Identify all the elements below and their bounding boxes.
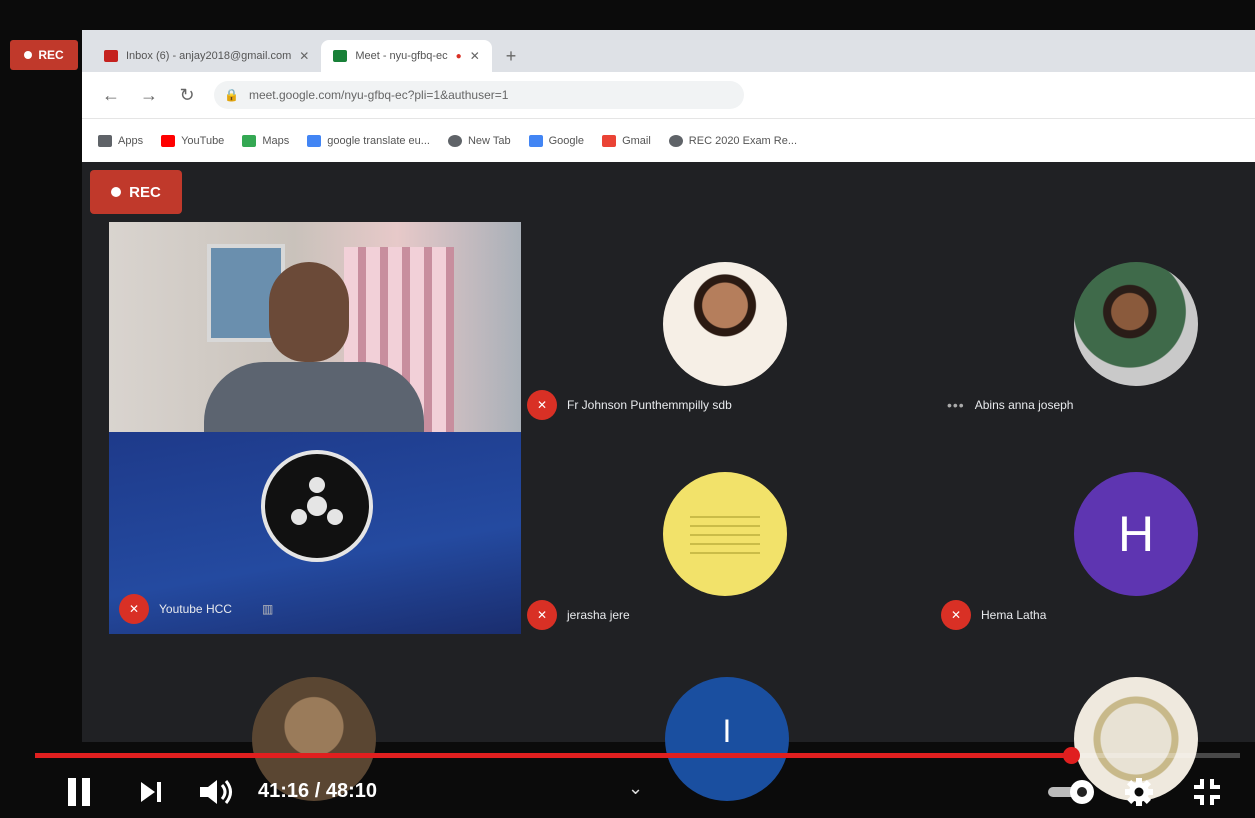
settings-gear-icon[interactable] [1124,777,1154,812]
bookmark-label: Google [548,135,585,147]
pause-icon[interactable] [64,778,94,806]
globe-icon [447,135,462,147]
participant-name-row: ✕ Hema Latha [941,600,1046,630]
browser-toolbar: ← → ↻ 🔒 meet.google.com/nyu-gfbq-ec?pli=… [82,72,1255,118]
mic-off-icon: ✕ [119,594,149,624]
exit-fullscreen-icon[interactable] [1192,777,1222,812]
new-tab-button[interactable]: + [492,40,531,72]
close-tab-icon[interactable]: ✕ [299,49,309,63]
bookmark-gmail[interactable]: Gmail [602,135,651,147]
participant-name-row: ••• Abins anna joseph [947,397,1073,413]
participant-initial-avatar: H [1074,472,1198,596]
participant-name: Fr Johnson Punthemmpilly sdb [567,398,732,412]
bookmark-apps[interactable]: Apps [98,135,143,147]
mic-off-icon: ✕ [941,600,971,630]
bookmark-label: Apps [118,135,144,147]
participant-name: Hema Latha [981,608,1047,622]
maps-icon [242,135,257,147]
meet-rec-label: REC [129,183,161,201]
speaking-dots-icon: ••• [947,397,965,413]
time-display: 41:16 / 48:10 [258,780,377,802]
participant-tile[interactable]: ••• Abins anna joseph [917,222,1255,427]
participant-name: Youtube HCC [159,602,232,616]
tab-inbox[interactable]: Inbox (6) - anjay2018@gmail.com ✕ [92,40,321,72]
autoplay-toggle[interactable] [1048,780,1102,804]
participant-tile-video[interactable]: ✕ Youtube HCC ▥ [109,222,521,634]
initial-letter: H [1117,506,1155,562]
outer-rec-label: REC [38,48,64,62]
bookmark-label: REC 2020 Exam Re... [688,135,798,147]
address-bar[interactable]: 🔒 meet.google.com/nyu-gfbq-ec?pli=1&auth… [214,81,744,109]
participant-tile[interactable]: H ✕ Hema Latha [917,432,1255,642]
signal-icon: ▥ [261,602,274,616]
globe-icon [668,135,683,147]
camera-feed [109,222,521,437]
tab-meet[interactable]: Meet - nyu-gfbq-ec ● ✕ [321,40,492,72]
participant-name: Abins anna joseph [974,398,1074,412]
rec-dot-icon [24,51,33,59]
outer-rec-badge: REC [10,40,78,70]
progress-bar[interactable] [35,747,1240,764]
participant-name-row: ✕ jerasha jere [527,600,630,630]
progress-fill [35,753,1072,758]
participant-tile[interactable]: ✕ jerasha jere [527,432,907,642]
bookmark-label: YouTube [181,135,225,147]
gmail-favicon-icon [104,50,118,62]
url-text: meet.google.com/nyu-gfbq-ec?pli=1&authus… [248,88,509,102]
recording-indicator-icon: ● [455,50,462,62]
back-icon[interactable]: ← [100,85,122,106]
person-body [204,362,424,437]
bookmark-new-tab[interactable]: New Tab [447,135,511,147]
lock-icon: 🔒 [224,88,239,102]
bookmark-label: Gmail [622,135,651,147]
apps-grid-icon [98,135,112,147]
participant-photo [663,262,787,386]
participant-photo [663,472,787,596]
bookmarks-bar: Apps YouTube Maps google translate eu...… [82,118,1255,163]
close-tab-icon[interactable]: ✕ [470,49,480,63]
obs-logo-icon [261,450,373,562]
translate-icon [307,135,322,147]
gmail-icon [602,135,617,147]
bookmark-google[interactable]: Google [528,135,585,147]
browser-window: Inbox (6) - anjay2018@gmail.com ✕ Meet -… [82,30,1255,163]
participant-name-row: ✕ Fr Johnson Punthemmpilly sdb [527,390,732,420]
tab-strip: Inbox (6) - anjay2018@gmail.com ✕ Meet -… [82,30,1255,72]
next-icon[interactable] [138,779,164,810]
bookmark-translate[interactable]: google translate eu... [307,135,430,147]
meet-favicon-icon [333,50,348,62]
participant-photo [1074,262,1198,386]
participant-name-row: ✕ Youtube HCC ▥ [119,594,273,624]
chevron-down-icon[interactable]: ⌄ [628,778,643,799]
google-icon [528,135,543,147]
volume-icon[interactable] [198,777,238,812]
mic-off-icon: ✕ [527,600,557,630]
tab-label: Inbox (6) - anjay2018@gmail.com [126,50,292,62]
meet-grid: REC ✕ Youtube HCC ▥ ✕ Fr Johnson Punthem… [82,162,1255,801]
forward-icon[interactable]: → [138,85,160,106]
meet-rec-badge: REC [90,170,182,214]
participant-tile[interactable]: ✕ Fr Johnson Punthemmpilly sdb [527,222,907,427]
rec-dot-icon [111,187,122,197]
tab-label: Meet - nyu-gfbq-ec [355,50,448,62]
quote-text-graphic [690,514,760,554]
reload-icon[interactable]: ↻ [176,85,198,106]
bookmark-rec-exam[interactable]: REC 2020 Exam Re... [668,135,798,147]
mic-off-icon: ✕ [527,390,557,420]
bookmark-label: Maps [262,135,290,147]
bookmark-maps[interactable]: Maps [242,135,289,147]
bookmark-label: google translate eu... [327,135,430,147]
person-head [269,262,349,362]
player-controls: 41:16 / 48:10 ⌄ [0,766,1255,818]
bookmark-label: New Tab [467,135,511,147]
bookmark-youtube[interactable]: YouTube [161,135,224,147]
youtube-icon [161,135,176,147]
participant-name: jerasha jere [567,608,630,622]
